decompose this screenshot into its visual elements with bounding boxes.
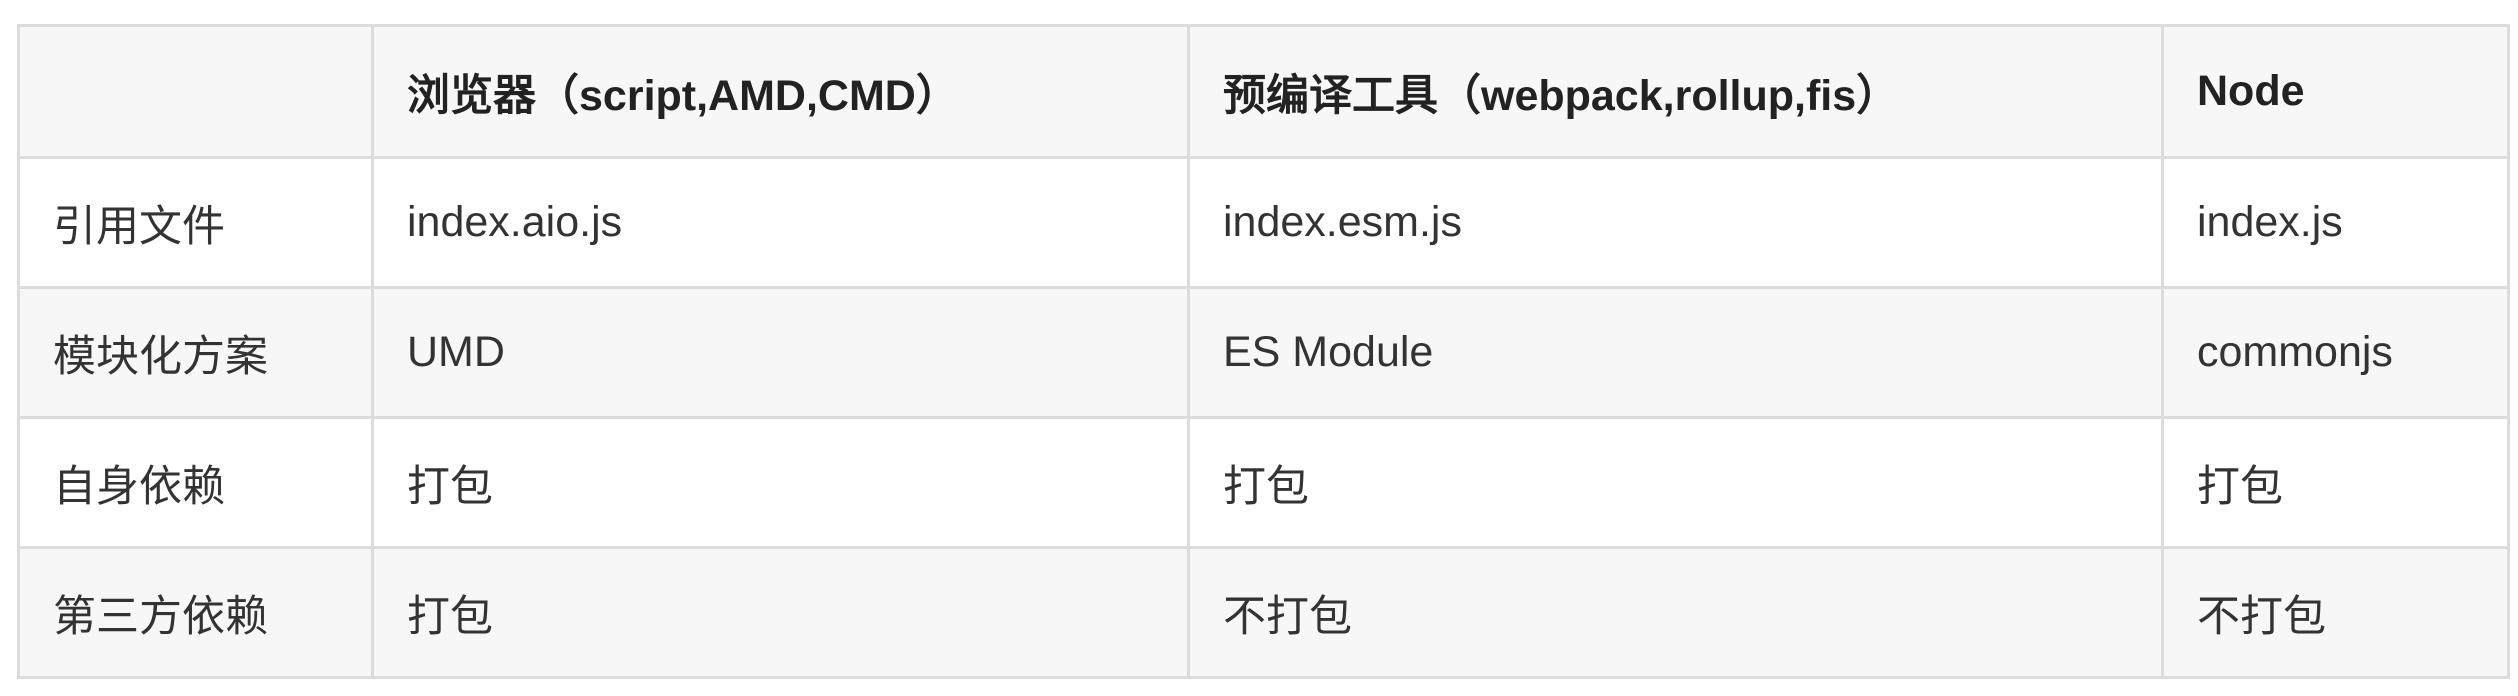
comparison-table-container: 浏览器（script,AMD,CMD） 预编译工具（webpack,rollup… [17,24,2510,679]
table-row: 第三方依赖 打包 不打包 不打包 [17,546,2510,679]
table-cell: index.js [2161,156,2510,289]
table-cell: 打包 [371,546,1190,679]
comparison-table: 浏览器（script,AMD,CMD） 预编译工具（webpack,rollup… [17,24,2510,679]
table-cell: UMD [371,286,1190,419]
table-cell: 打包 [2161,416,2510,549]
row-label-cell: 第三方依赖 [17,546,374,679]
table-cell: index.esm.js [1187,156,2164,289]
table-cell: commonjs [2161,286,2510,419]
table-cell: index.aio.js [371,156,1190,289]
header-cell-node: Node [2161,24,2510,159]
header-cell-precompile-tools: 预编译工具（webpack,rollup,fis） [1187,24,2164,159]
row-label-cell: 引用文件 [17,156,374,289]
row-label-cell: 模块化方案 [17,286,374,419]
header-cell-empty [17,24,374,159]
table-row: 模块化方案 UMD ES Module commonjs [17,286,2510,419]
table-row: 自身依赖 打包 打包 打包 [17,416,2510,549]
row-label-cell: 自身依赖 [17,416,374,549]
table-cell: 不打包 [1187,546,2164,679]
table-cell: 不打包 [2161,546,2510,679]
table-cell: ES Module [1187,286,2164,419]
table-cell: 打包 [371,416,1190,549]
table-row: 引用文件 index.aio.js index.esm.js index.js [17,156,2510,289]
table-header-row: 浏览器（script,AMD,CMD） 预编译工具（webpack,rollup… [17,24,2510,159]
table-cell: 打包 [1187,416,2164,549]
header-cell-browser: 浏览器（script,AMD,CMD） [371,24,1190,159]
